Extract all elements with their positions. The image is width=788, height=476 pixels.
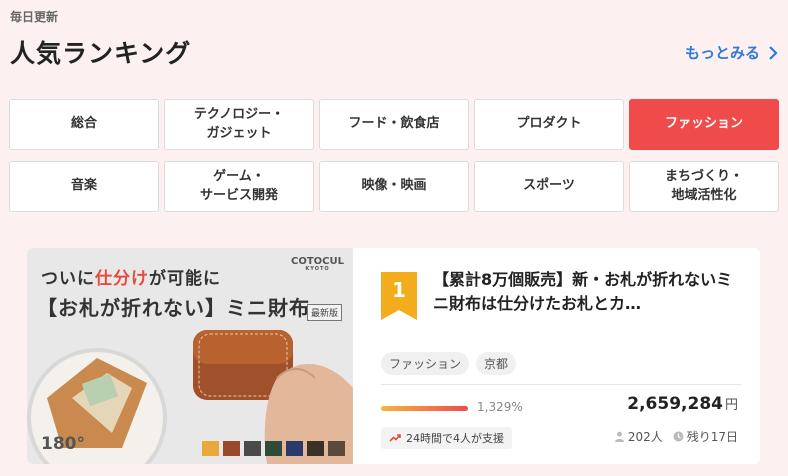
category-button[interactable]: 音楽 — [9, 161, 159, 212]
category-grid: 総合 テクノロジー・ ガジェット フード・飲食店 プロダクト ファッション音楽 ゲーム・ … — [9, 99, 779, 212]
color-swatch — [307, 441, 324, 456]
color-swatch — [286, 441, 303, 456]
see-more-label: もっとみる — [684, 44, 760, 62]
edition-label: 最新版 — [307, 304, 343, 321]
category-button[interactable]: フード・飲食店 — [319, 99, 469, 150]
category-button[interactable]: ファッション — [629, 99, 779, 150]
category-button[interactable]: テクノロジー・ ガジェット — [164, 99, 314, 150]
category-button[interactable]: スポーツ — [474, 161, 624, 212]
tag-list: ファッション 京都 — [381, 352, 517, 375]
rank-number: 1 — [392, 278, 406, 302]
project-stats: 202人 残り17日 — [614, 428, 738, 445]
divider — [381, 384, 741, 385]
clock-icon — [673, 431, 684, 442]
supporters-stat: 202人 — [614, 428, 663, 445]
trend-text: 24時間で4人が支援 — [406, 432, 504, 445]
project-thumbnail[interactable]: ついに仕分けが可能に COTOCUL KYOTO 【お札が折れない】ミニ財布 最新… — [27, 248, 353, 464]
category-button[interactable]: 総合 — [9, 99, 159, 150]
tag-chip[interactable]: ファッション — [381, 352, 470, 375]
category-button[interactable]: まちづくり・ 地域活性化 — [629, 161, 779, 212]
update-badge: 毎日更新 — [10, 10, 59, 24]
remaining-stat: 残り17日 — [673, 428, 738, 445]
category-button[interactable]: ゲーム・ サービス開発 — [164, 161, 314, 212]
tag-chip[interactable]: 京都 — [476, 352, 517, 375]
ad-line-1: ついに仕分けが可能に — [41, 269, 221, 289]
supporters-count: 202人 — [627, 430, 663, 444]
ad-line-2: 【お札が折れない】ミニ財布 — [37, 296, 310, 320]
category-button[interactable]: 映像・映画 — [319, 161, 469, 212]
color-swatches — [202, 441, 345, 456]
color-swatch — [223, 441, 240, 456]
color-swatch — [202, 441, 219, 456]
funding-amount: 2,659,284 円 — [627, 394, 738, 414]
rotation-label: 180° — [41, 434, 85, 454]
category-button[interactable]: プロダクト — [474, 99, 624, 150]
progress-bar — [381, 406, 468, 411]
color-swatch — [244, 441, 261, 456]
remaining-days: 残り17日 — [686, 430, 738, 444]
see-more-link[interactable]: もっとみる — [685, 42, 778, 63]
trend-badge: 24時間で4人が支援 — [381, 427, 512, 449]
color-swatch — [328, 441, 345, 456]
brand-logo: COTOCUL KYOTO — [291, 256, 344, 272]
color-swatch — [265, 441, 282, 456]
person-icon — [614, 431, 624, 442]
project-card[interactable]: ついに仕分けが可能に COTOCUL KYOTO 【お札が折れない】ミニ財布 最新… — [27, 248, 760, 464]
project-title[interactable]: 【累計8万個販売】新・お札が折れないミニ財布は仕分けたお札とカ… — [433, 268, 743, 316]
page-title: 人気ランキング — [10, 39, 192, 68]
chevron-right-icon — [769, 45, 778, 60]
progress-percent: 1,329% — [477, 400, 523, 414]
trending-up-icon — [389, 434, 401, 442]
